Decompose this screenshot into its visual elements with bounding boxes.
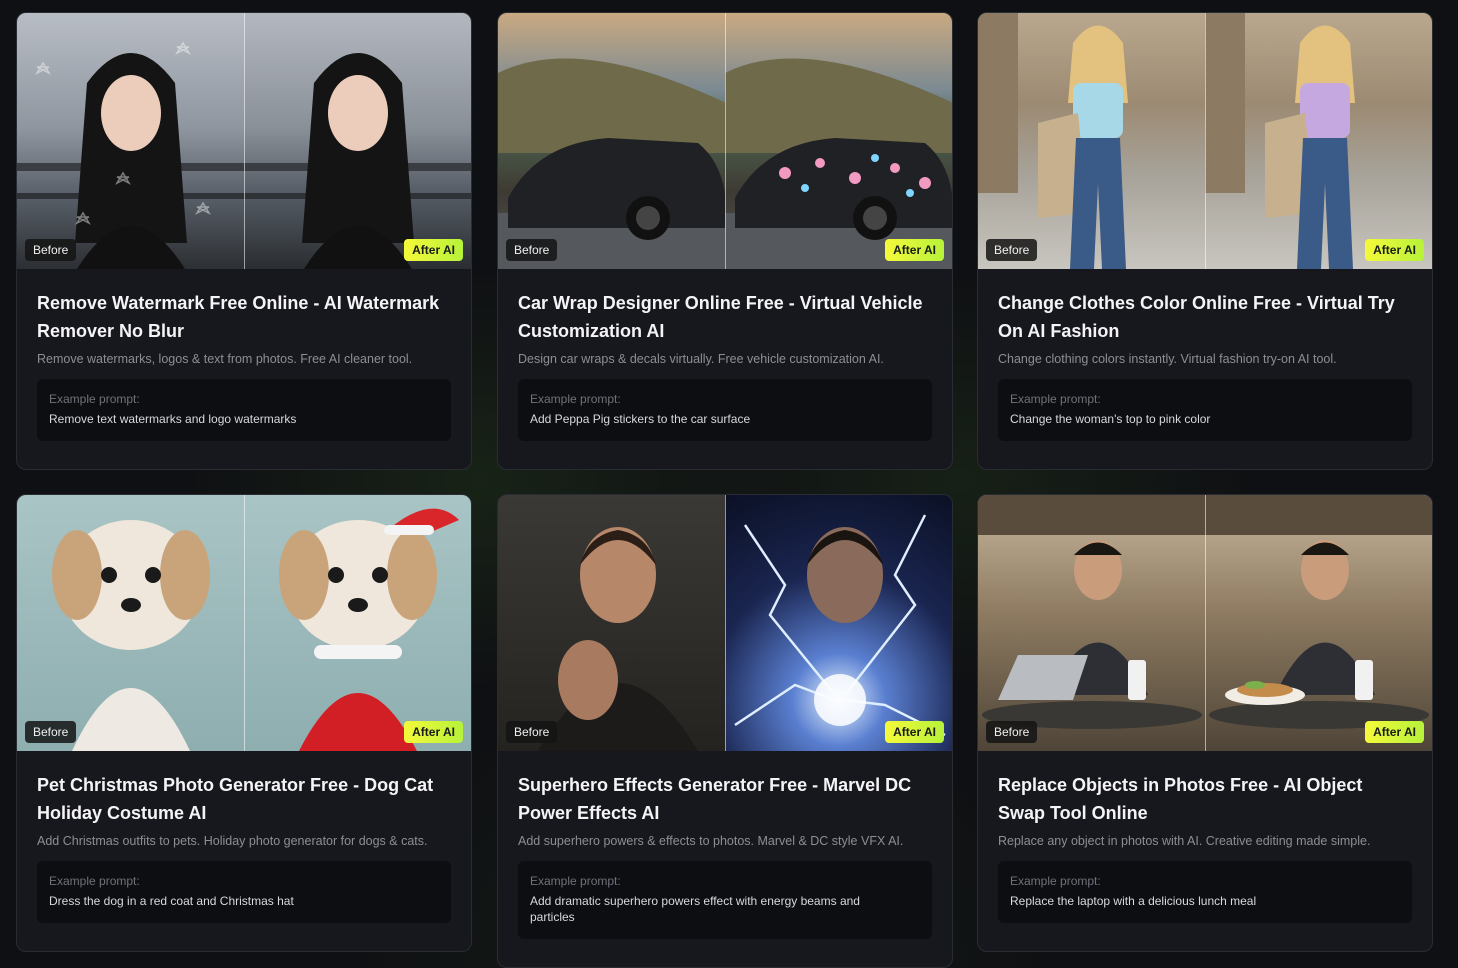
card-title: Replace Objects in Photos Free - AI Obje… [998, 775, 1363, 823]
before-image [978, 495, 1205, 751]
example-prompt-box: Example prompt: Add dramatic superhero p… [518, 861, 932, 939]
after-badge: After AI [1365, 721, 1424, 743]
before-after-image: Before After AI [498, 13, 952, 269]
before-after-image: Before After AI [17, 495, 471, 751]
after-badge: After AI [404, 239, 463, 261]
prompt-label: Example prompt: [49, 874, 140, 888]
prompt-label: Example prompt: [1010, 392, 1101, 406]
before-badge: Before [506, 721, 558, 743]
card-description: Replace any object in photos with AI. Cr… [998, 834, 1371, 848]
after-badge: After AI [885, 721, 944, 743]
prompt-label: Example prompt: [530, 874, 621, 888]
card-description: Change clothing colors instantly. Virtua… [998, 352, 1337, 366]
example-prompt-box: Example prompt: Dress the dog in a red c… [37, 861, 451, 923]
card-title: Superhero Effects Generator Free - Marve… [518, 775, 912, 823]
card-description: Design car wraps & decals virtually. Fre… [518, 352, 884, 366]
card-title: Remove Watermark Free Online - AI Waterm… [37, 293, 440, 341]
after-image [244, 495, 471, 751]
tool-card-car-wrap[interactable]: Before After AI Car Wrap Designer Online… [497, 12, 953, 470]
before-image [17, 13, 244, 269]
after-image [244, 13, 471, 269]
after-badge: After AI [404, 721, 463, 743]
before-image [978, 13, 1205, 269]
prompt-label: Example prompt: [49, 392, 140, 406]
example-prompt-box: Example prompt: Change the woman's top t… [998, 379, 1412, 441]
after-image [1205, 495, 1432, 751]
before-badge: Before [25, 721, 77, 743]
before-badge: Before [986, 239, 1038, 261]
prompt-text: Add Peppa Pig stickers to the car surfac… [530, 412, 751, 426]
tool-card-pet-christmas[interactable]: Before After AI Pet Christmas Photo Gene… [16, 494, 472, 952]
before-image [17, 495, 244, 751]
card-description: Remove watermarks, logos & text from pho… [37, 352, 413, 366]
before-badge: Before [986, 721, 1038, 743]
example-prompt-box: Example prompt: Add Peppa Pig stickers t… [518, 379, 932, 441]
after-image [725, 495, 952, 751]
tool-card-replace-objects[interactable]: Before After AI Replace Objects in Photo… [977, 494, 1433, 952]
before-after-image: Before After AI [498, 495, 952, 751]
prompt-label: Example prompt: [530, 392, 621, 406]
tool-card-change-clothes-color[interactable]: Before After AI Change Clothes Color Onl… [977, 12, 1433, 470]
card-description: Add Christmas outfits to pets. Holiday p… [37, 834, 428, 848]
comparison-divider[interactable] [244, 495, 245, 751]
before-image [498, 495, 725, 751]
prompt-text: Replace the laptop with a delicious lunc… [1010, 894, 1257, 908]
before-after-image: Before After AI [978, 13, 1432, 269]
after-badge: After AI [1365, 239, 1424, 261]
tool-card-superhero-effects[interactable]: Before After AI Superhero Effects Genera… [497, 494, 953, 968]
comparison-divider[interactable] [1205, 13, 1206, 269]
card-title: Change Clothes Color Online Free - Virtu… [998, 293, 1395, 341]
before-after-image: Before After AI [17, 13, 471, 269]
tool-card-remove-watermark[interactable]: Before After AI Remove Watermark Free On… [16, 12, 472, 470]
example-prompt-box: Example prompt: Remove text watermarks a… [37, 379, 451, 441]
after-image [1205, 13, 1432, 269]
comparison-divider[interactable] [244, 13, 245, 269]
before-badge: Before [25, 239, 77, 261]
before-after-image: Before After AI [978, 495, 1432, 751]
prompt-text: Dress the dog in a red coat and Christma… [49, 894, 294, 908]
comparison-divider[interactable] [725, 13, 726, 269]
card-description: Add superhero powers & effects to photos… [518, 834, 904, 848]
card-title: Car Wrap Designer Online Free - Virtual … [518, 293, 923, 341]
prompt-text: Remove text watermarks and logo watermar… [49, 412, 297, 426]
before-image [498, 13, 725, 269]
prompt-text: Add dramatic superhero powers effect wit… [530, 894, 860, 924]
comparison-divider[interactable] [1205, 495, 1206, 751]
prompt-text: Change the woman's top to pink color [1010, 412, 1211, 426]
card-title: Pet Christmas Photo Generator Free - Dog… [37, 775, 434, 823]
after-badge: After AI [885, 239, 944, 261]
card-grid: Before After AI Remove Watermark Free On… [0, 0, 1458, 968]
before-badge: Before [506, 239, 558, 261]
example-prompt-box: Example prompt: Replace the laptop with … [998, 861, 1412, 923]
after-image [725, 13, 952, 269]
prompt-label: Example prompt: [1010, 874, 1101, 888]
comparison-divider[interactable] [725, 495, 726, 751]
